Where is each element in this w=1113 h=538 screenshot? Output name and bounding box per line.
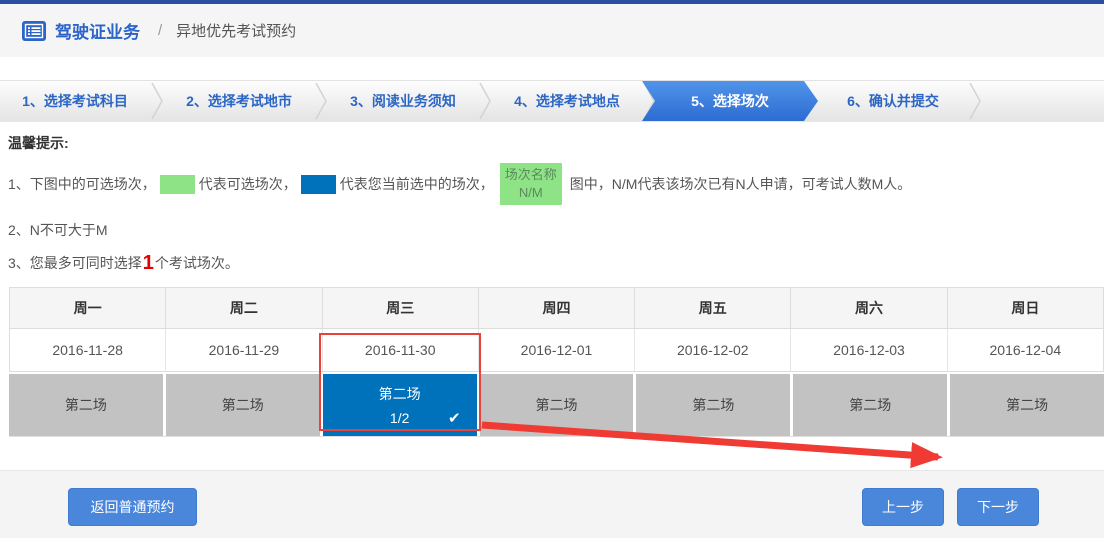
- weekday-header: 周四: [479, 288, 635, 328]
- slot-cell[interactable]: 第二场: [950, 374, 1104, 436]
- check-icon: ✔: [448, 409, 461, 427]
- available-slot-swatch: [160, 175, 195, 194]
- tab-step-2[interactable]: 2、选择考试地市: [164, 81, 314, 121]
- chevron-separator-icon: [150, 81, 164, 121]
- tab-step-4[interactable]: 4、选择考试地点: [492, 81, 642, 121]
- slot-count: 1/2: [390, 408, 409, 428]
- breadcrumb-current: 异地优先考试预约: [176, 20, 296, 41]
- tip-line-1: 1、下图中的可选场次， 代表可选场次， 代表您当前选中的场次， 场次名称 N/M…: [8, 162, 1104, 206]
- slot-legend-box: 场次名称 N/M: [500, 163, 562, 205]
- selected-slot-swatch: [301, 175, 336, 194]
- previous-step-button[interactable]: 上一步: [862, 488, 944, 526]
- tip1-text-3: 代表您当前选中的场次，: [340, 174, 494, 194]
- slot-legend-ratio: N/M: [519, 184, 543, 202]
- content-area: 温馨提示: 1、下图中的可选场次， 代表可选场次， 代表您当前选中的场次， 场次…: [0, 122, 1104, 437]
- weekday-header: 周五: [635, 288, 791, 328]
- breadcrumb-root[interactable]: 驾驶证业务: [55, 18, 140, 43]
- slot-cell-selected[interactable]: 第二场 1/2 ✔: [323, 374, 477, 436]
- tab-step-6[interactable]: 6、确认并提交: [818, 81, 968, 121]
- weekday-header: 周二: [166, 288, 322, 328]
- tab-step-5-active[interactable]: 5、选择场次: [642, 81, 818, 121]
- date-cell: 2016-12-03: [791, 329, 947, 371]
- slot-cell[interactable]: 第二场: [793, 374, 947, 436]
- back-to-normal-booking-button[interactable]: 返回普通预约: [68, 488, 197, 526]
- slot-row: 第二场 第二场 第二场 1/2 ✔ 第二场 第二场 第二场 第二场: [9, 374, 1104, 437]
- chevron-separator-icon: [478, 81, 492, 121]
- date-cell: 2016-11-29: [166, 329, 322, 371]
- tip-line-2: 2、N不可大于M: [8, 220, 1104, 240]
- weekday-header-row: 周一 周二 周三 周四 周五 周六 周日: [9, 287, 1104, 329]
- next-step-button[interactable]: 下一步: [957, 488, 1039, 526]
- weekday-header: 周六: [791, 288, 947, 328]
- schedule-table: 周一 周二 周三 周四 周五 周六 周日 2016-11-28 2016-11-…: [9, 287, 1104, 437]
- step-tabs: 1、选择考试科目 2、选择考试地市 3、阅读业务须知 4、选择考试地点 5、选择…: [0, 80, 1104, 122]
- tab-step-3[interactable]: 3、阅读业务须知: [328, 81, 478, 121]
- list-icon: [22, 21, 46, 41]
- slot-cell[interactable]: 第二场: [9, 374, 163, 436]
- slot-name: 第二场: [379, 384, 421, 404]
- tip3-suffix: 个考试场次。: [155, 253, 239, 273]
- tip1-text-1: 1、下图中的可选场次，: [8, 174, 156, 194]
- weekday-header: 周日: [948, 288, 1103, 328]
- tip1-text-4: 图中，N/M代表该场次已有N人申请，可考试人数M人。: [570, 174, 911, 194]
- slot-cell[interactable]: 第二场: [636, 374, 790, 436]
- weekday-header: 周三: [323, 288, 479, 328]
- footer-bar: 返回普通预约 上一步 下一步: [0, 470, 1104, 538]
- exam-booking-page: 驾驶证业务 / 异地优先考试预约 1、选择考试科目 2、选择考试地市 3、阅读业…: [0, 0, 1113, 519]
- date-row: 2016-11-28 2016-11-29 2016-11-30 2016-12…: [9, 329, 1104, 372]
- date-cell: 2016-12-02: [635, 329, 791, 371]
- page-header: 驾驶证业务 / 异地优先考试预约: [0, 4, 1104, 57]
- tip-line-3: 3、您最多可同时选择 1 个考试场次。: [8, 253, 1104, 273]
- date-cell: 2016-12-01: [479, 329, 635, 371]
- tip3-prefix: 3、您最多可同时选择: [8, 253, 142, 273]
- slot-cell[interactable]: 第二场: [166, 374, 320, 436]
- breadcrumb-separator: /: [158, 22, 162, 39]
- chevron-separator-icon: [314, 81, 328, 121]
- tab-step-1[interactable]: 1、选择考试科目: [0, 81, 150, 121]
- date-cell: 2016-12-04: [948, 329, 1103, 371]
- weekday-header: 周一: [10, 288, 166, 328]
- max-select-count: 1: [142, 256, 155, 270]
- tips-title: 温馨提示:: [8, 133, 1104, 153]
- chevron-separator-icon: [968, 81, 982, 121]
- slot-legend-name: 场次名称: [505, 166, 557, 184]
- date-cell: 2016-11-30: [323, 329, 479, 371]
- slot-cell[interactable]: 第二场: [480, 374, 634, 436]
- tip1-text-2: 代表可选场次，: [199, 174, 297, 194]
- date-cell: 2016-11-28: [10, 329, 166, 371]
